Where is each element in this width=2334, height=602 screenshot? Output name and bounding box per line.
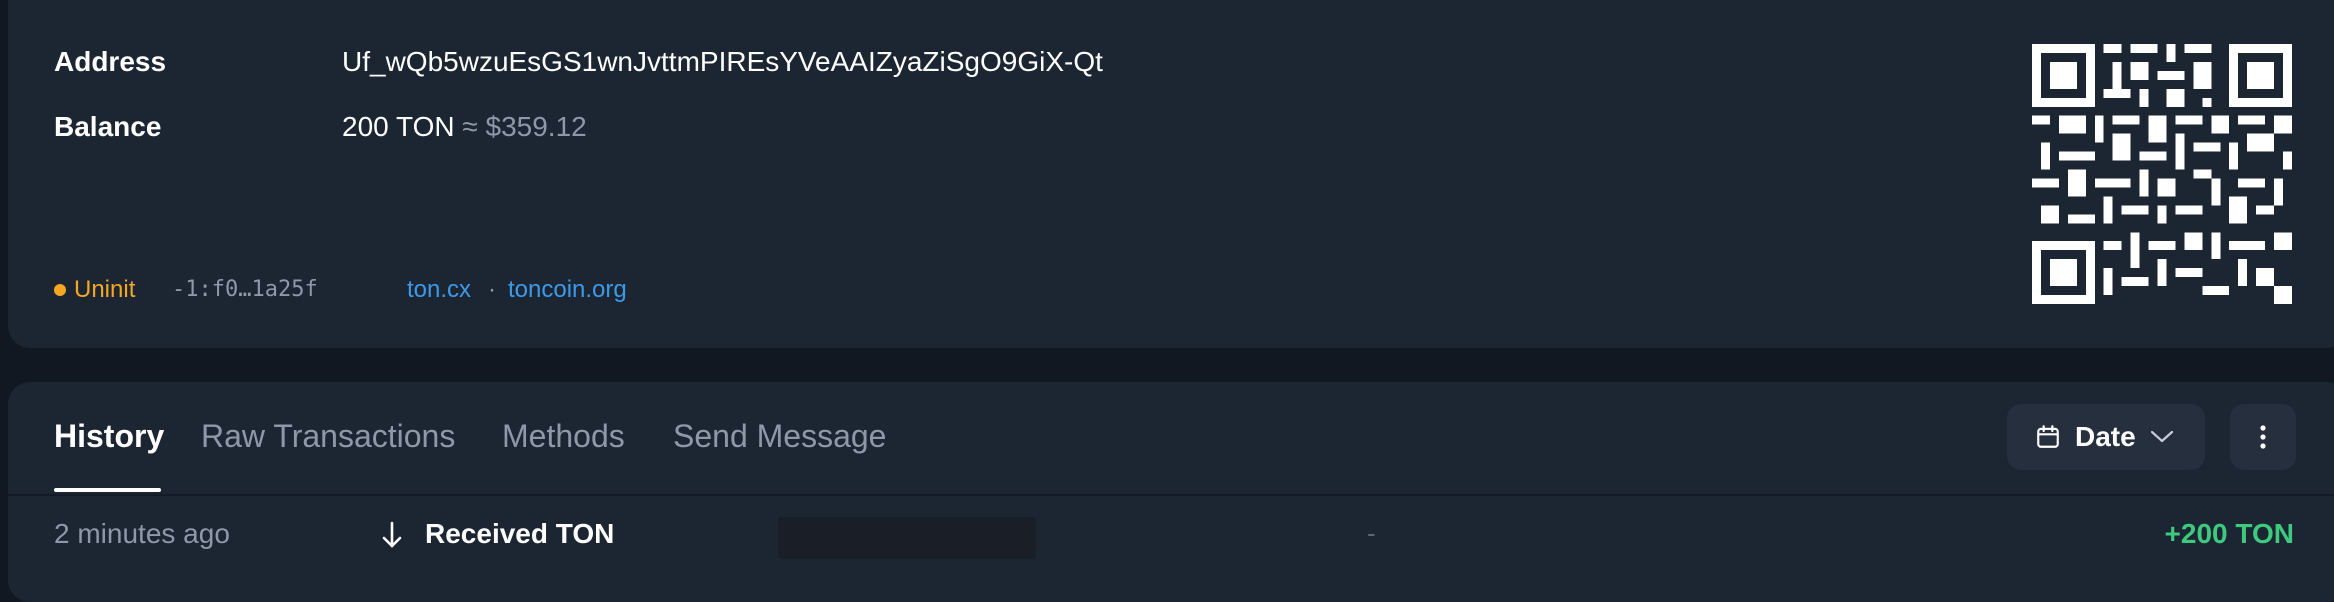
tab-history[interactable]: History [54, 418, 164, 455]
link-ton-cx[interactable]: ton.cx [407, 276, 471, 304]
date-filter-label: Date [2075, 421, 2136, 452]
more-options-button[interactable] [2230, 404, 2296, 470]
calendar-icon [2037, 425, 2059, 448]
balance-fiat: ≈ $359.12 [462, 111, 587, 142]
tab-send-message[interactable]: Send Message [673, 418, 886, 455]
history-card [8, 382, 2334, 602]
chevron-down-icon [2150, 430, 2173, 443]
raw-address[interactable]: -1:f0…1a25f [172, 277, 318, 302]
tx-counterparty-redacted [778, 517, 1036, 559]
address-label: Address [54, 46, 167, 77]
tx-time: 2 minutes ago [54, 518, 230, 549]
qr-code-icon [2032, 44, 2292, 304]
tx-amount: +200 TON [2164, 518, 2294, 549]
balance-label: Balance [54, 111, 162, 142]
balance-value: 200 TON ≈ $359.12 [342, 111, 587, 143]
tab-methods[interactable]: Methods [502, 418, 625, 455]
date-filter-button[interactable]: Date [2007, 404, 2205, 470]
link-separator: · [488, 276, 496, 303]
arrow-down-icon [382, 521, 402, 548]
status-label: Uninit [74, 276, 136, 303]
tab-raw-transactions[interactable]: Raw Transactions [201, 418, 455, 455]
balance-ton: 200 TON [342, 111, 455, 142]
tx-title: Received TON [425, 518, 615, 549]
status-dot-icon [54, 284, 66, 296]
tx-comment: - [1367, 518, 1376, 548]
active-tab-indicator [54, 488, 161, 492]
vertical-ellipsis-icon [2260, 425, 2266, 449]
link-toncoin-org[interactable]: toncoin.org [508, 276, 627, 304]
tabs-divider [8, 494, 2334, 496]
address-value[interactable]: Uf_wQb5wzuEsGS1wnJvttmPIREsYVeAAIZyaZiSg… [342, 46, 1103, 78]
